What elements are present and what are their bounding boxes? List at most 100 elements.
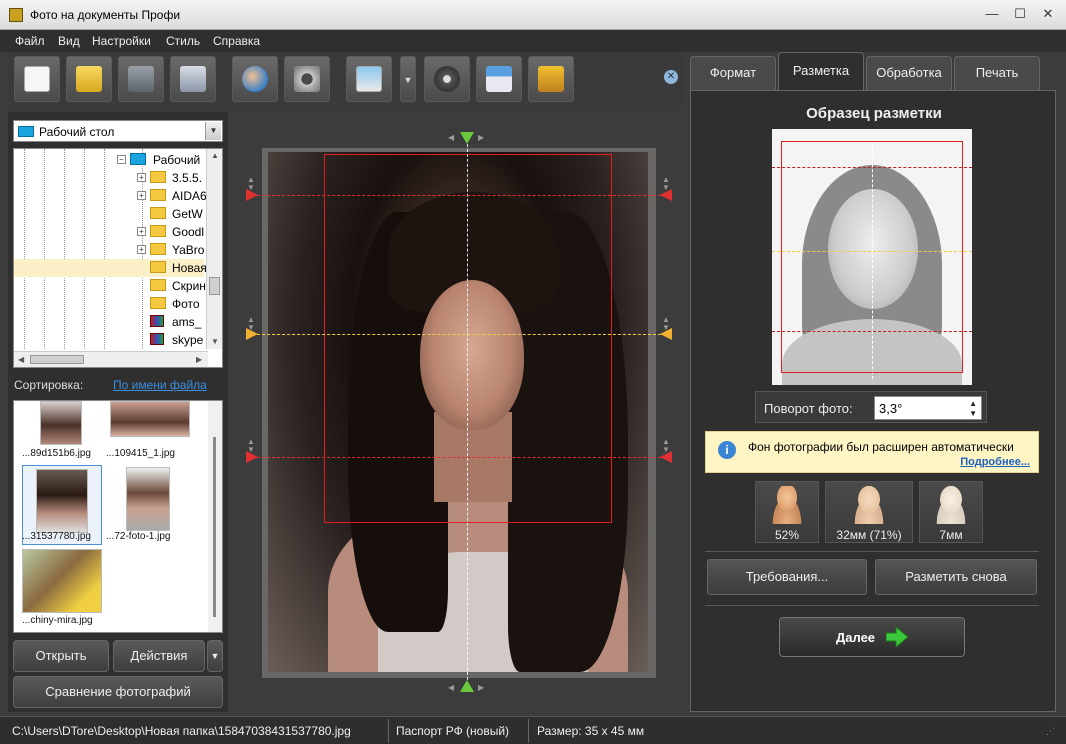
toolbar-close-icon[interactable]: ✕ (664, 70, 678, 84)
thumbnail-scrollbar[interactable] (208, 401, 222, 632)
folder-tree[interactable]: − Рабочий + 3.5.5. + AIDA6 GetW + Goodl … (13, 148, 223, 368)
open-button[interactable] (66, 56, 112, 102)
tree-item[interactable]: skype (14, 331, 204, 349)
tree-item-label: Скрин (172, 279, 206, 293)
film-reel-icon (434, 66, 460, 92)
expander[interactable]: + (137, 245, 146, 254)
resize-grip-icon[interactable]: ⋰ (1046, 721, 1055, 741)
shop-button[interactable] (528, 56, 574, 102)
actions-button[interactable]: Действия (113, 640, 205, 672)
scroll-up-icon[interactable]: ▲ (211, 151, 219, 160)
tree-item-label: Новая (172, 261, 207, 275)
tree-item[interactable]: ams_ (14, 313, 204, 331)
head-top-margin-value: 7мм (939, 528, 963, 542)
tree-item[interactable]: − Рабочий (14, 151, 204, 169)
tree-vertical-scrollbar[interactable]: ▲ ▼ (206, 149, 222, 349)
close-window-button[interactable]: ✕ (1034, 4, 1062, 24)
menu-file[interactable]: Файл (15, 34, 45, 48)
film-button[interactable] (424, 56, 470, 102)
tree-item-label: Рабочий (153, 153, 201, 167)
center-line-top-handle[interactable] (460, 132, 474, 144)
menu-settings[interactable]: Настройки (92, 34, 151, 48)
scroll-thumb[interactable] (30, 355, 84, 364)
crop-frame[interactable] (324, 154, 612, 523)
expander[interactable]: + (137, 173, 146, 182)
maximize-button[interactable]: ☐ (1006, 4, 1034, 24)
folder-icon (150, 279, 166, 291)
center-guide-line[interactable] (467, 134, 468, 690)
print-button[interactable] (170, 56, 216, 102)
scroll-thumb[interactable] (213, 437, 216, 617)
sort-by-name-link[interactable]: По имени файла (113, 378, 207, 392)
thumbnail-caption: ...72-foto-1.jpg (106, 531, 171, 542)
rotation-stepper[interactable]: 3,3° ▲ ▼ (874, 396, 982, 420)
tab-markup[interactable]: Разметка (778, 52, 864, 90)
shopping-cart-icon (538, 66, 564, 92)
menu-style[interactable]: Стиль (166, 34, 200, 48)
expander[interactable]: − (117, 155, 126, 164)
chevron-down-icon[interactable]: ▼ (205, 122, 221, 140)
head-size-metric[interactable]: 52% (755, 481, 819, 543)
next-button[interactable]: Далее (779, 617, 965, 657)
menu-view[interactable]: Вид (58, 34, 80, 48)
auto-extend-notice: i Фон фотографии был расширен автоматиче… (705, 431, 1039, 473)
photo-edit-dropdown[interactable]: ▼ (400, 56, 416, 102)
decrement-icon[interactable]: ▼ (969, 409, 977, 418)
thumbnail-caption: ...chiny-mira.jpg (22, 615, 93, 626)
expander[interactable]: + (137, 227, 146, 236)
scroll-thumb[interactable] (209, 277, 220, 295)
chin-guide[interactable] (252, 457, 666, 458)
scroll-down-icon[interactable]: ▼ (211, 337, 219, 346)
tree-item[interactable]: GetW (14, 205, 204, 223)
user-search-icon (242, 66, 268, 92)
tab-format[interactable]: Формат (690, 56, 776, 90)
tree-item[interactable]: + YaBro (14, 241, 204, 259)
tree-horizontal-scrollbar[interactable]: ◀ ▶ (14, 351, 208, 367)
photo-size-status: Размер: 35 х 45 мм (537, 724, 645, 738)
expander[interactable]: + (137, 191, 146, 200)
camera-button[interactable] (284, 56, 330, 102)
top-of-head-guide[interactable] (252, 195, 666, 196)
file-path-status: C:\Users\DTore\Desktop\Новая папка\15847… (12, 724, 351, 738)
photo-edit-button[interactable] (346, 56, 392, 102)
tree-item[interactable]: + AIDA6 (14, 187, 207, 205)
home-icon (486, 66, 512, 92)
move-right-icon: ▶ (478, 683, 485, 692)
file-browser-panel: Рабочий стол ▼ − Рабочий + 3.5.5. + AIDA… (8, 112, 228, 712)
new-button[interactable] (14, 56, 60, 102)
actions-dropdown[interactable]: ▼ (207, 640, 223, 672)
compare-photos-button[interactable]: Сравнение фотографий (13, 676, 223, 708)
markup-sample-title: Образец разметки (806, 105, 942, 122)
thumbnail-image (110, 401, 190, 437)
menu-help[interactable]: Справка (213, 34, 260, 48)
more-info-link[interactable]: Подробнее... (960, 456, 1030, 468)
tree-item[interactable]: Скрин (14, 277, 206, 295)
tab-print[interactable]: Печать (954, 56, 1040, 90)
remark-again-button[interactable]: Разметить снова (875, 559, 1037, 595)
increment-icon[interactable]: ▲ (969, 399, 977, 408)
center-line-bottom-handle[interactable] (460, 680, 474, 692)
thumbnail-list[interactable]: ...89d151b6.jpg ...109415_1.jpg ...31537… (13, 400, 223, 633)
location-combobox[interactable]: Рабочий стол ▼ (13, 120, 223, 142)
tab-processing[interactable]: Обработка (866, 56, 952, 90)
photo-canvas[interactable]: ▲ ▼ ▲ ▼ ▲ ▼ ▲ ▼ ▲ ▼ ▲ ▼ ◀ ▶ ◀ ▶ (234, 112, 684, 712)
move-arrows-icon: ▲ ▼ (662, 175, 670, 192)
home-button[interactable] (476, 56, 522, 102)
eye-line-guide[interactable] (252, 334, 666, 335)
title-bar: Фото на документы Профи — ☐ ✕ (0, 0, 1066, 30)
requirements-button[interactable]: Требования... (707, 559, 867, 595)
save-button[interactable] (118, 56, 164, 102)
minimize-button[interactable]: — (978, 4, 1006, 24)
folder-icon (150, 243, 166, 255)
scroll-right-icon[interactable]: ▶ (196, 355, 202, 364)
open-button[interactable]: Открыть (13, 640, 109, 672)
tree-item[interactable]: Фото (14, 295, 204, 313)
tree-item-label: Фото (172, 297, 200, 311)
face-height-metric[interactable]: 32мм (71%) (825, 481, 913, 543)
tree-item[interactable]: + 3.5.5. (14, 169, 204, 187)
scroll-left-icon[interactable]: ◀ (18, 355, 24, 364)
tree-item-selected[interactable]: Новая (14, 259, 207, 277)
head-top-margin-metric[interactable]: 7мм (919, 481, 983, 543)
user-search-button[interactable] (232, 56, 278, 102)
tree-item[interactable]: + Goodl (14, 223, 204, 241)
